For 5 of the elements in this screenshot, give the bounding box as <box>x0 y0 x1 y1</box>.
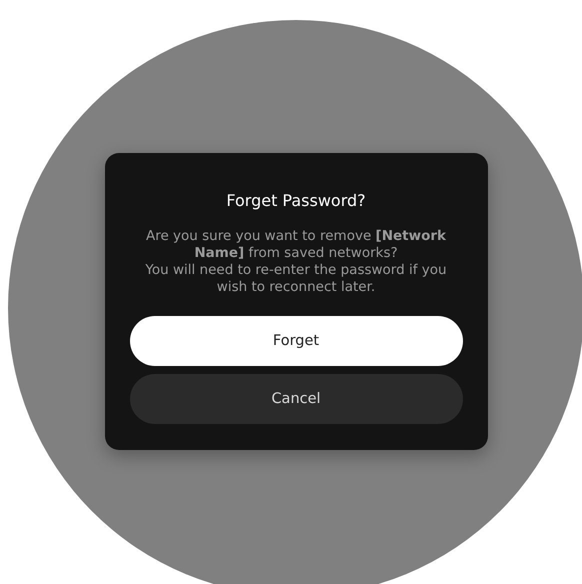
cancel-button[interactable]: Cancel <box>130 374 462 424</box>
dialog-message: Are you sure you want to remove [Network Name] from saved networks? <box>144 228 448 262</box>
dialog-message: You will need to re-enter the password if you wish to reconnect later. <box>144 262 448 296</box>
forget-button[interactable]: Forget <box>130 316 462 366</box>
dialog-title: Forget Password? <box>225 190 367 210</box>
